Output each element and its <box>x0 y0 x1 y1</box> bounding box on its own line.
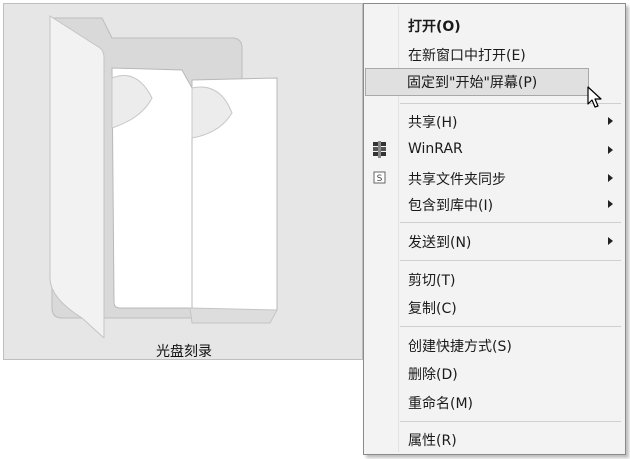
folder-caption: 光盘刻录 <box>156 344 212 360</box>
menu-item-label: 在新窗口中打开(E) <box>408 48 526 64</box>
menu-item-label: 复制(C) <box>408 301 457 317</box>
menu-item-cut[interactable]: 剪切(T) <box>366 266 623 292</box>
menu-item-pin-to-start[interactable]: 固定到"开始"屏幕(P) <box>365 68 589 96</box>
context-menu: 打开(O) 在新窗口中打开(E) 固定到"开始"屏幕(P) 共享(H) WinR… <box>363 3 626 455</box>
menu-item-label: 固定到"开始"屏幕(P) <box>407 75 538 91</box>
menu-item-open-new-window[interactable]: 在新窗口中打开(E) <box>366 41 623 67</box>
menu-item-label: 剪切(T) <box>408 273 456 289</box>
menu-item-send-to[interactable]: 发送到(N) <box>366 228 623 254</box>
menu-item-label: 发送到(N) <box>408 235 472 251</box>
submenu-arrow-icon <box>608 237 613 245</box>
menu-item-label: 删除(D) <box>408 367 458 383</box>
menu-item-share[interactable]: 共享(H) <box>366 108 623 134</box>
winrar-icon <box>373 141 386 158</box>
svg-text:S: S <box>377 174 383 184</box>
menu-item-label: 共享文件夹同步 <box>408 172 506 188</box>
menu-item-label: 重命名(M) <box>408 396 474 412</box>
folder-icon <box>49 15 278 338</box>
menu-separator <box>400 326 621 327</box>
menu-item-copy[interactable]: 复制(C) <box>366 294 623 320</box>
menu-separator <box>400 222 621 223</box>
sync-s-icon: S <box>373 171 386 184</box>
menu-item-rename[interactable]: 重命名(M) <box>366 389 623 415</box>
menu-item-create-shortcut[interactable]: 创建快捷方式(S) <box>366 332 623 358</box>
menu-separator <box>400 421 621 422</box>
mouse-pointer-icon <box>587 86 602 108</box>
menu-item-label: 打开(O) <box>408 19 461 35</box>
folder-tile-disc-burn[interactable]: 光盘刻录 <box>3 3 363 360</box>
submenu-arrow-icon <box>608 146 613 154</box>
menu-item-label: 属性(R) <box>408 433 457 449</box>
menu-item-delete[interactable]: 删除(D) <box>366 360 623 386</box>
menu-item-open[interactable]: 打开(O) <box>366 12 623 38</box>
menu-item-label: WinRAR <box>408 141 463 157</box>
submenu-arrow-icon <box>608 200 613 208</box>
submenu-arrow-icon <box>608 174 613 182</box>
menu-item-label: 包含到库中(I) <box>408 198 494 214</box>
menu-item-properties[interactable]: 属性(R) <box>366 426 623 452</box>
menu-item-label: 共享(H) <box>408 115 458 131</box>
submenu-arrow-icon <box>608 117 613 125</box>
menu-item-include-in-library[interactable]: 包含到库中(I) <box>366 191 623 217</box>
menu-item-label: 创建快捷方式(S) <box>408 339 512 355</box>
menu-item-winrar[interactable]: WinRAR <box>366 137 623 163</box>
menu-item-share-folder-sync[interactable]: S 共享文件夹同步 <box>366 165 623 191</box>
menu-separator <box>400 260 621 261</box>
